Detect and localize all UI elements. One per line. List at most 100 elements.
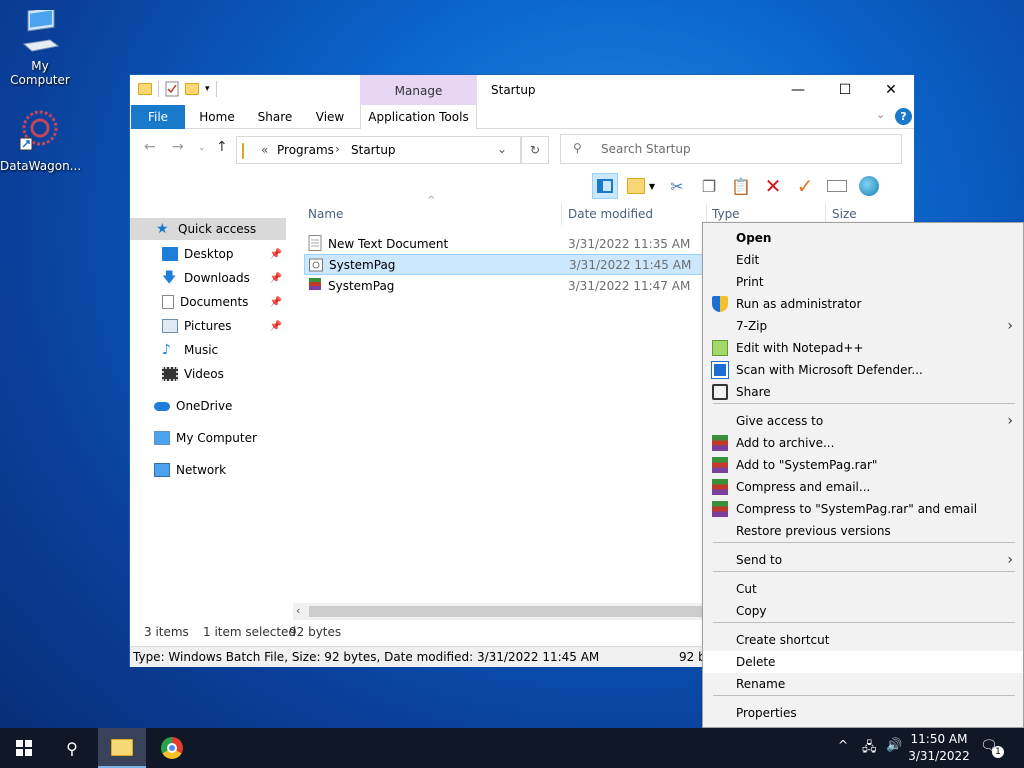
column-header-date[interactable]: Date modified [568, 207, 653, 221]
pin-icon[interactable]: 📌 [270, 321, 282, 332]
menu-item-7-zip[interactable]: 7-Zip › [703, 315, 1023, 337]
nav-network[interactable]: Network [130, 459, 286, 481]
tab-application-tools[interactable]: Application Tools [360, 105, 477, 129]
breadcrumb-startup[interactable]: Startup [351, 143, 396, 157]
column-header-type[interactable]: Type [712, 207, 740, 221]
file-explorer-taskbar-button[interactable] [98, 728, 146, 768]
delete-icon[interactable]: ✕ [760, 173, 786, 199]
tab-share[interactable]: Share [250, 105, 300, 129]
menu-item-send-to[interactable]: Send to › [703, 549, 1023, 571]
folder-icon [138, 83, 152, 95]
menu-item-run-as-administrator[interactable]: Run as administrator [703, 293, 1023, 315]
menu-item-delete[interactable]: Delete [703, 651, 1023, 673]
nav-quick-access[interactable]: ★ Quick access [130, 218, 286, 240]
pin-icon[interactable]: 📌 [270, 249, 282, 260]
menu-item-rename[interactable]: Rename [703, 673, 1023, 695]
menu-item-give-access-to[interactable]: Give access to › [703, 410, 1023, 432]
maximize-button[interactable]: ☐ [822, 75, 868, 105]
menu-item-label: Rename [736, 677, 786, 691]
globe-icon[interactable] [856, 173, 882, 199]
menu-item-compress-and-email[interactable]: Compress and email... [703, 476, 1023, 498]
file-date: 3/31/2022 11:35 AM [568, 236, 691, 251]
nav-music[interactable]: ♪ Music [130, 339, 286, 361]
pictures-icon [162, 319, 178, 333]
desktop-icon-my-computer[interactable]: My Computer [0, 6, 80, 87]
nav-my-computer[interactable]: My Computer [130, 427, 286, 449]
breadcrumb-programs[interactable]: Programs [277, 143, 334, 157]
tab-home[interactable]: Home [192, 105, 242, 129]
column-header-name[interactable]: Name [308, 207, 343, 221]
address-bar[interactable]: « Programs › Startup ⌄ [236, 136, 521, 164]
scroll-left-icon[interactable]: ‹ [296, 604, 300, 617]
back-arrow-icon[interactable]: ← [144, 139, 156, 155]
start-button[interactable] [0, 728, 48, 768]
manage-label: Manage [394, 84, 443, 98]
copy-icon[interactable]: ❐ [696, 173, 722, 199]
expand-ribbon-icon[interactable]: ⌄ [876, 108, 885, 121]
nav-downloads[interactable]: 🡇 Downloads 📌 [130, 267, 286, 289]
rename-icon[interactable] [824, 173, 850, 199]
datawagon-shortcut-icon [19, 110, 58, 151]
recent-dropdown-icon[interactable]: ⌄ [198, 143, 206, 153]
tab-file[interactable]: File [131, 105, 185, 129]
column-header-size[interactable]: Size [832, 207, 857, 221]
pin-icon[interactable]: 📌 [270, 297, 282, 308]
chrome-icon [161, 737, 183, 759]
nav-videos[interactable]: Videos [130, 363, 286, 385]
search-button[interactable]: ⚲ [48, 728, 96, 768]
preview-pane-icon[interactable] [592, 173, 618, 199]
menu-item-properties[interactable]: Properties [703, 702, 1023, 724]
notification-center-button[interactable]: 🗨 1 [980, 738, 1004, 758]
menu-item-edit-with-notepad[interactable]: Edit with Notepad++ [703, 337, 1023, 359]
menu-item-share[interactable]: Share [703, 381, 1023, 403]
volume-icon[interactable]: 🔊 [886, 738, 902, 753]
new-folder-icon[interactable] [185, 83, 199, 95]
network-tray-icon[interactable]: 🖧 [862, 738, 877, 760]
file-name: SystemPag [328, 278, 395, 293]
search-input[interactable]: ⚲ Search Startup [560, 134, 902, 164]
menu-item-label: Open [736, 231, 772, 245]
nav-desktop[interactable]: Desktop 📌 [130, 243, 286, 265]
menu-item-restore-previous-versions[interactable]: Restore previous versions [703, 520, 1023, 542]
show-hidden-icons-icon[interactable]: ^ [838, 738, 848, 752]
documents-icon [162, 295, 174, 309]
up-arrow-icon[interactable]: ↑ [216, 139, 228, 155]
nav-label: Videos [184, 367, 224, 381]
nav-documents[interactable]: Documents 📌 [130, 291, 286, 313]
refresh-button[interactable]: ↻ [521, 136, 549, 164]
tab-view[interactable]: View [306, 105, 354, 129]
scroll-thumb[interactable] [309, 606, 709, 617]
navigation-bar: ← → ⌄ ↑ « Programs › Startup ⌄ ↻ ⚲ Searc… [130, 131, 914, 167]
help-icon[interactable]: ? [895, 108, 912, 125]
menu-item-copy[interactable]: Copy [703, 600, 1023, 622]
paste-icon[interactable]: 📋 [728, 173, 754, 199]
cut-icon[interactable]: ✂ [664, 173, 690, 199]
menu-item-open[interactable]: Open [703, 227, 1023, 249]
menu-item-scan-with-microsoft-defender[interactable]: Scan with Microsoft Defender... [703, 359, 1023, 381]
menu-item-edit[interactable]: Edit [703, 249, 1023, 271]
forward-arrow-icon[interactable]: → [172, 139, 184, 155]
address-dropdown-icon[interactable]: ⌄ [497, 142, 507, 156]
breadcrumb-overflow[interactable]: « [261, 143, 268, 157]
menu-item-print[interactable]: Print [703, 271, 1023, 293]
winrar-icon [712, 435, 728, 451]
menu-item-compress-to-systempag-rar-and-email[interactable]: Compress to "SystemPag.rar" and email [703, 498, 1023, 520]
menu-item-label: Send to [736, 553, 783, 567]
minimize-button[interactable]: — [775, 75, 821, 105]
pin-icon[interactable]: 📌 [270, 273, 282, 284]
properties-icon[interactable] [165, 81, 179, 97]
breadcrumb-separator-icon[interactable]: › [335, 142, 340, 156]
menu-item-add-to-archive[interactable]: Add to archive... [703, 432, 1023, 454]
menu-item-cut[interactable]: Cut [703, 578, 1023, 600]
menu-item-create-shortcut[interactable]: Create shortcut [703, 629, 1023, 651]
nav-pictures[interactable]: Pictures 📌 [130, 315, 286, 337]
close-button[interactable]: ✕ [868, 75, 914, 105]
clock[interactable]: 11:50 AM 3/31/2022 [904, 731, 974, 765]
customize-qat-icon[interactable]: ▾ [205, 84, 210, 94]
menu-item-add-to-systempag-rar[interactable]: Add to "SystemPag.rar" [703, 454, 1023, 476]
desktop-icon-datawagon[interactable]: DataWagon... [0, 106, 81, 173]
check-icon[interactable]: ✓ [792, 173, 818, 199]
nav-onedrive[interactable]: OneDrive [130, 395, 286, 417]
folder-view-icon[interactable]: ▼ [624, 173, 658, 199]
chrome-taskbar-button[interactable] [148, 728, 196, 768]
